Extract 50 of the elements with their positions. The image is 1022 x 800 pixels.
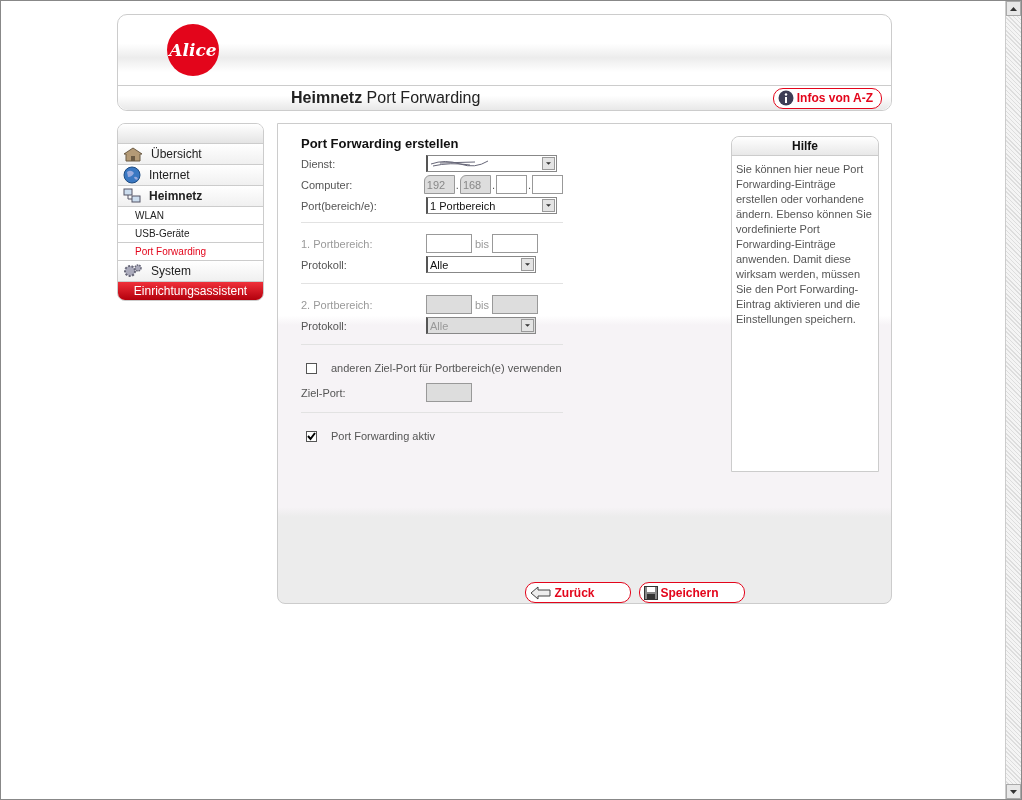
nav-item[interactable]: Internet xyxy=(118,165,263,186)
checkbox-label: Port Forwarding aktiv xyxy=(331,430,435,442)
info-button[interactable]: Infos von A-Z xyxy=(772,87,882,109)
field-label: Port(bereich/e): xyxy=(301,199,378,212)
field-label: Dienst: xyxy=(301,157,337,170)
dropdown[interactable] xyxy=(426,155,557,172)
dropdown[interactable]: 1 Portbereich xyxy=(426,197,557,214)
form-title: Port Forwarding erstellen xyxy=(301,136,460,151)
scroll-up-icon[interactable] xyxy=(1010,6,1017,11)
back-arrow-icon xyxy=(529,585,552,600)
field-label: 1. Portbereich: xyxy=(301,237,374,250)
checkbox[interactable] xyxy=(306,362,317,374)
nav-item[interactable]: Übersicht xyxy=(118,144,263,165)
save-button[interactable]: Speichern xyxy=(638,582,745,603)
dropdown-value: 1 Portbereich xyxy=(430,199,496,212)
dropdown-value: Alle xyxy=(430,258,449,271)
range-separator: bis xyxy=(474,237,491,250)
nav-item[interactable]: Heimnetz xyxy=(118,186,263,207)
scroll-down-icon[interactable] xyxy=(1010,789,1017,794)
nav-item[interactable]: System xyxy=(118,261,263,282)
ip-octet-field[interactable] xyxy=(532,175,563,194)
logo: Alice xyxy=(167,24,219,76)
field-label: Protokoll: xyxy=(301,258,348,271)
dropdown[interactable]: Alle xyxy=(426,256,536,273)
help-text: Sie können hier neue Port Forwarding-Einträge erstellen oder vorhandene ändern. Ebenso können Sie vordefinierte Port Forwarding-Einträge anwenden. Damit diese wirksam werden, müssen Sie den Port Forwarding-Eintrag aktivieren und die Einstellungen speichern. xyxy=(735,162,873,327)
field-label: Ziel-Port: xyxy=(301,386,347,399)
field-label: Protokoll: xyxy=(301,319,348,332)
check-icon xyxy=(307,431,316,441)
globe-icon xyxy=(123,166,141,184)
setup-wizard-button[interactable]: Einrichtungsassistent xyxy=(118,282,263,300)
checkbox-label: anderen Ziel-Port für Portbereich(e) verwenden xyxy=(331,362,562,374)
page-title: Heimnetz Port Forwarding xyxy=(291,89,481,107)
back-button[interactable]: Zurück xyxy=(524,582,631,603)
gears-icon xyxy=(123,263,143,279)
field-label: Computer: xyxy=(301,178,354,191)
ip-dot: . xyxy=(490,178,496,191)
help-title: Hilfe xyxy=(732,137,878,156)
checkbox[interactable] xyxy=(306,430,317,442)
scrollbar[interactable] xyxy=(1005,1,1021,799)
ip-octet-field[interactable] xyxy=(495,175,527,194)
port-field[interactable] xyxy=(492,234,539,253)
field-label: 2. Portbereich: xyxy=(301,298,374,311)
computers-icon xyxy=(123,188,141,204)
port-field[interactable] xyxy=(426,234,472,253)
info-icon xyxy=(777,90,794,106)
house-icon xyxy=(123,146,143,162)
ip-dot: . xyxy=(454,178,460,191)
ip-dot: . xyxy=(526,178,532,191)
dropdown-value: Alle xyxy=(430,319,449,332)
range-separator: bis xyxy=(474,298,491,311)
